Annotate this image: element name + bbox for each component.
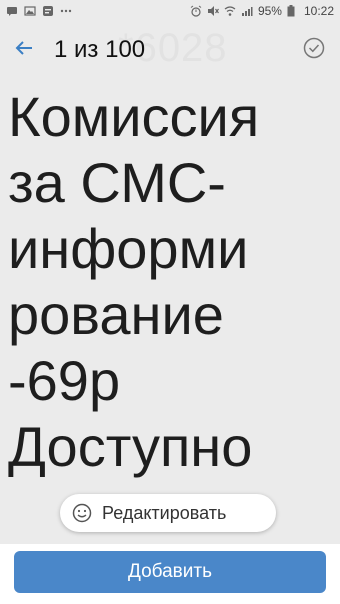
edit-button-label: Редактировать bbox=[102, 502, 227, 523]
signal-icon bbox=[241, 5, 253, 17]
alarm-icon bbox=[190, 5, 202, 17]
screen: 95% 10:22 *6028 1 из 100 Комиссия за СМС-… bbox=[0, 0, 340, 604]
message-line: Доступно bbox=[8, 415, 253, 478]
wifi-icon bbox=[224, 5, 236, 17]
message-line: за СМС- bbox=[8, 151, 226, 214]
check-circle-icon bbox=[303, 37, 325, 64]
message-line: -69р bbox=[8, 349, 121, 412]
bottom-bar: Добавить bbox=[0, 544, 340, 604]
image-icon bbox=[24, 5, 36, 17]
message-line: информи bbox=[8, 217, 249, 280]
clock: 10:22 bbox=[303, 4, 334, 18]
arrow-left-icon bbox=[14, 38, 34, 63]
more-icon bbox=[60, 5, 72, 17]
page-counter-title: 1 из 100 bbox=[54, 36, 146, 63]
done-button[interactable] bbox=[300, 36, 328, 64]
status-right: 95% 10:22 bbox=[190, 4, 334, 18]
battery-icon bbox=[287, 5, 299, 17]
battery-percent: 95% bbox=[257, 4, 282, 18]
toolbar: *6028 1 из 100 bbox=[0, 24, 340, 76]
notification-icon bbox=[42, 5, 54, 17]
status-bar: 95% 10:22 bbox=[0, 0, 340, 24]
message-line: рование bbox=[8, 283, 224, 346]
add-button[interactable]: Добавить bbox=[14, 551, 326, 593]
mute-icon bbox=[207, 5, 219, 17]
status-left bbox=[6, 5, 72, 17]
message-line: Комиссия bbox=[8, 85, 260, 148]
message-text: Комиссия за СМС-информи рование -69р Доступн… bbox=[8, 84, 338, 480]
edit-button[interactable]: Редактировать bbox=[60, 494, 276, 532]
back-button[interactable] bbox=[10, 36, 38, 64]
message-icon bbox=[6, 5, 18, 17]
smiley-icon bbox=[72, 502, 94, 524]
